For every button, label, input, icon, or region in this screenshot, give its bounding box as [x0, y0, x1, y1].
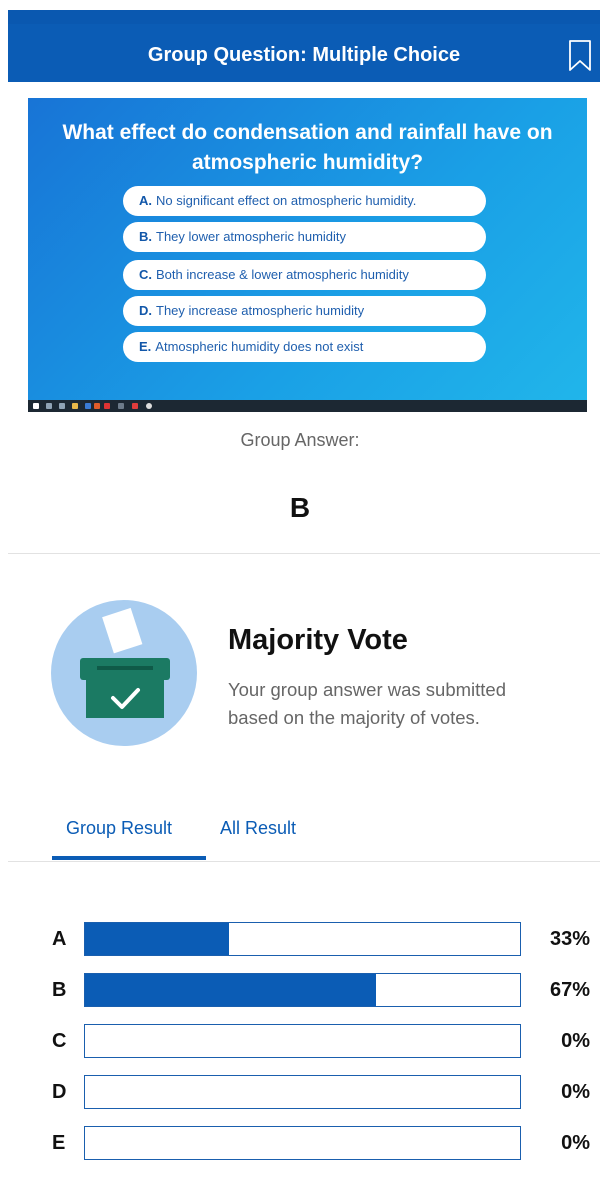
- task-view-icon: [59, 403, 65, 409]
- result-option-letter: B: [52, 979, 67, 1001]
- slide-taskbar: [28, 400, 587, 412]
- result-percent: 0%: [561, 1030, 590, 1052]
- app-icon-5: [146, 403, 152, 409]
- bookmark-icon[interactable]: [568, 40, 592, 72]
- app-icon-3: [118, 403, 124, 409]
- app-icon: [94, 403, 100, 409]
- browser-icon: [85, 403, 91, 409]
- tab-group-result[interactable]: Group Result: [66, 818, 172, 839]
- group-answer-value: B: [289, 492, 311, 523]
- active-tab-indicator: [52, 856, 206, 860]
- result-option-letter: A: [52, 928, 67, 950]
- slide-question: What effect do condensation and rainfall…: [62, 121, 553, 174]
- majority-vote-description: Your group answer was submitted based on…: [228, 679, 506, 728]
- result-bar-fill: [85, 974, 377, 1006]
- result-percent: 0%: [561, 1132, 590, 1154]
- divider: [8, 861, 600, 862]
- result-bar: [84, 1126, 521, 1160]
- search-icon: [46, 403, 52, 409]
- result-percent: 67%: [549, 979, 590, 1001]
- tab-all-result[interactable]: All Result: [220, 818, 296, 839]
- folder-icon: [72, 403, 78, 409]
- app-icon-2: [104, 403, 110, 409]
- slide-option-d: D. They increase atmospheric humidity: [123, 296, 486, 326]
- question-slide-image: What effect do condensation and rainfall…: [28, 98, 587, 412]
- result-percent: 0%: [561, 1081, 590, 1103]
- result-row: B 67%: [0, 973, 600, 1009]
- slide-option-b: B. They lower atmospheric humidity: [123, 222, 486, 252]
- result-row: C 0%: [0, 1024, 600, 1060]
- result-option-letter: C: [52, 1030, 67, 1052]
- divider: [8, 553, 600, 554]
- slide-option-a: A. No significant effect on atmospheric h…: [123, 186, 486, 216]
- top-strip: [8, 0, 600, 10]
- page-title: Group Question: Multiple Choice: [147, 44, 461, 66]
- result-bar: [84, 1024, 521, 1058]
- slide-option-c: C. Both increase & lower atmospheric humi…: [123, 260, 486, 290]
- result-bar: [84, 922, 521, 956]
- group-answer-label: Group Answer:: [240, 430, 360, 450]
- header-accent: [8, 10, 600, 24]
- windows-icon: [33, 403, 39, 409]
- app-icon-4: [132, 403, 138, 409]
- majority-vote-title: Majority Vote: [228, 624, 408, 656]
- result-bar-fill: [85, 923, 229, 955]
- slide-option-e: E. Atmospheric humidity does not exist: [123, 332, 486, 362]
- result-bar: [84, 1075, 521, 1109]
- header-bar: Group Question: Multiple Choice: [8, 10, 600, 82]
- result-row: E 0%: [0, 1126, 600, 1162]
- result-row: A 33%: [0, 922, 600, 958]
- result-row: D 0%: [0, 1075, 600, 1111]
- result-option-letter: D: [52, 1081, 67, 1103]
- result-option-letter: E: [52, 1132, 66, 1154]
- result-bar: [84, 973, 521, 1007]
- result-percent: 33%: [549, 928, 590, 950]
- ballot-box-icon: [51, 600, 197, 746]
